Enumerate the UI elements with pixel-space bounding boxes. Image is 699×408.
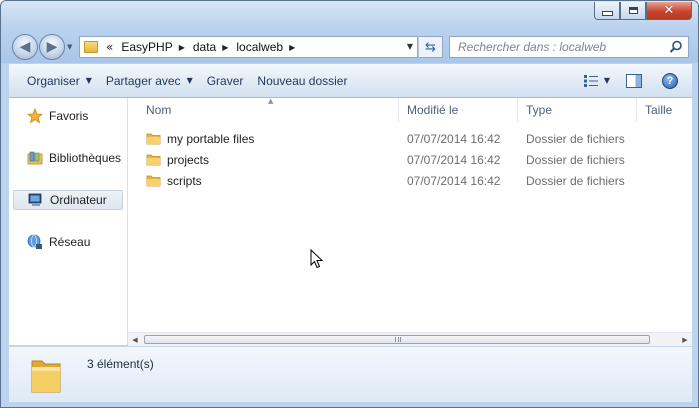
sidebar-item-computer[interactable]: Ordinateur (13, 190, 123, 210)
recent-pages-dropdown[interactable]: ▼ (67, 43, 72, 51)
file-name: scripts (167, 173, 202, 188)
address-dropdown-icon[interactable]: ▼ (407, 42, 413, 51)
sidebar-item-network[interactable]: Réseau (13, 232, 123, 252)
burn-button[interactable]: Graver (207, 74, 244, 88)
command-bar: Organiser ▼ Partager avec ▼ Graver Nouve… (9, 64, 692, 98)
column-date-label: Modifié le (407, 103, 459, 117)
star-icon (27, 108, 43, 124)
help-icon[interactable]: ? (662, 72, 678, 89)
sidebar-item-label: Ordinateur (50, 193, 107, 207)
column-name-label: Nom (146, 103, 172, 117)
close-icon: ✕ (663, 3, 675, 18)
view-options-icon[interactable] (583, 74, 598, 87)
view-dropdown-icon[interactable]: ▼ (604, 76, 610, 85)
sidebar-item-libraries[interactable]: Bibliothèques (13, 148, 123, 168)
breadcrumb-separator-icon[interactable]: ▶ (289, 43, 295, 52)
table-row[interactable]: projects 07/07/2014 16:42 Dossier de fic… (128, 149, 692, 170)
minimize-icon (601, 11, 613, 16)
column-header: ▲ Nom Modifié le Type Taille (128, 97, 692, 122)
help-label: ? (666, 74, 674, 87)
folder-icon (31, 360, 61, 393)
breadcrumb-data[interactable]: data (193, 40, 216, 54)
file-name-cell: scripts (128, 174, 399, 188)
organise-menu[interactable]: Organiser ▼ (27, 74, 92, 88)
breadcrumb-localweb[interactable]: localweb (236, 40, 283, 54)
explorer-window: ✕ ◀ ▶ ▼ « EasyPHP ▶ data ▶ localweb ▶ ▼ … (0, 0, 699, 408)
file-name: projects (167, 152, 210, 167)
address-bar[interactable]: « EasyPHP ▶ data ▶ localweb ▶ ▼ (79, 36, 418, 58)
column-date[interactable]: Modifié le (399, 98, 518, 122)
caption-buttons: ✕ (594, 2, 692, 20)
file-name-cell: my portable files (128, 132, 399, 146)
details-pane: 3 élément(s) (9, 346, 692, 402)
scroll-left-icon[interactable]: ◀ (128, 333, 142, 346)
column-name[interactable]: ▲ Nom (128, 97, 399, 122)
refresh-button[interactable]: ⇆ (419, 36, 443, 58)
search-icon[interactable] (669, 40, 683, 54)
computer-icon (28, 193, 42, 206)
minimize-button[interactable] (594, 2, 620, 20)
breadcrumb-separator-icon[interactable]: ▶ (179, 43, 185, 52)
refresh-icon: ⇆ (425, 39, 436, 55)
scrollbar-grip-icon (395, 337, 401, 342)
scroll-right-icon[interactable]: ▶ (678, 333, 692, 346)
column-size-label: Taille (645, 103, 673, 117)
file-date: 07/07/2014 16:42 (407, 131, 501, 146)
sidebar-item-label: Réseau (49, 235, 91, 249)
horizontal-scrollbar[interactable]: ◀ ▶ (128, 332, 692, 346)
forward-button[interactable]: ▶ (39, 34, 65, 60)
network-icon (27, 234, 42, 249)
breadcrumb-easyphp[interactable]: EasyPHP (121, 40, 172, 54)
column-type-label: Type (526, 103, 553, 117)
close-button[interactable]: ✕ (646, 2, 692, 20)
file-type: Dossier de fichiers (526, 152, 625, 167)
search-input[interactable] (450, 37, 676, 57)
maximize-button[interactable] (620, 2, 646, 20)
toolbar-right: ▼ ? (583, 64, 692, 97)
search-box[interactable] (449, 36, 689, 58)
forward-arrow-icon: ▶ (46, 39, 58, 55)
item-count: 3 élément(s) (87, 357, 154, 371)
share-label: Partager avec (105, 73, 181, 88)
sidebar-item-label: Favoris (49, 109, 89, 123)
sidebar-item-label: Bibliothèques (49, 151, 122, 165)
column-size[interactable]: Taille (637, 98, 692, 122)
file-list: ▲ Nom Modifié le Type Taille my portable… (128, 97, 692, 345)
burn-label: Graver (206, 73, 244, 88)
sort-ascending-icon: ▲ (268, 97, 274, 105)
new-folder-label: Nouveau dossier (257, 73, 348, 88)
file-name: my portable files (167, 131, 255, 146)
table-row[interactable]: my portable files 07/07/2014 16:42 Dossi… (128, 128, 692, 149)
file-type: Dossier de fichiers (526, 173, 625, 188)
file-date: 07/07/2014 16:42 (407, 152, 501, 167)
new-folder-button[interactable]: Nouveau dossier (257, 74, 347, 88)
file-type: Dossier de fichiers (526, 131, 625, 146)
scrollbar-thumb[interactable] (144, 335, 650, 344)
breadcrumb-separator-icon[interactable]: ▶ (222, 43, 228, 52)
organise-label: Organiser (27, 73, 80, 88)
folder-icon (146, 133, 161, 145)
back-button[interactable]: ◀ (12, 34, 38, 60)
chevron-down-icon: ▼ (186, 76, 193, 85)
back-arrow-icon: ◀ (19, 39, 31, 55)
title-bar[interactable]: ✕ ◀ ▶ ▼ « EasyPHP ▶ data ▶ localweb ▶ ▼ … (1, 1, 698, 63)
breadcrumb-overflow[interactable]: « (106, 40, 113, 54)
navigation-pane: Favoris Bibliothèques Ordinateur Réseau (9, 98, 128, 345)
maximize-icon (628, 7, 638, 14)
column-type[interactable]: Type (518, 98, 637, 122)
table-row[interactable]: scripts 07/07/2014 16:42 Dossier de fich… (128, 170, 692, 191)
share-menu[interactable]: Partager avec ▼ (106, 74, 193, 88)
preview-pane-icon[interactable] (626, 73, 642, 88)
chevron-down-icon: ▼ (85, 76, 92, 85)
mouse-pointer-icon (310, 249, 324, 269)
file-date: 07/07/2014 16:42 (407, 173, 501, 188)
file-name-cell: projects (128, 153, 399, 167)
folder-icon (146, 154, 161, 166)
sidebar-item-favorites[interactable]: Favoris (13, 106, 123, 126)
library-icon (27, 151, 43, 165)
folder-icon (84, 41, 98, 53)
folder-icon (146, 175, 161, 187)
